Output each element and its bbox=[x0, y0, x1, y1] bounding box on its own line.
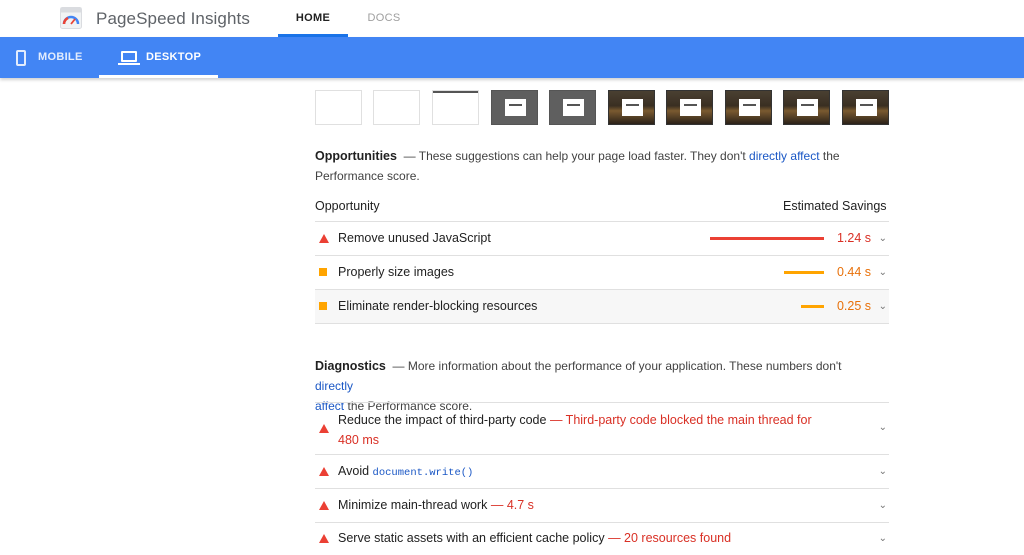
fail-triangle-icon bbox=[319, 467, 329, 476]
filmstrip-frame bbox=[315, 90, 362, 125]
savings-bar bbox=[784, 271, 824, 274]
tab-desktop-label: DESKTOP bbox=[146, 51, 202, 63]
nav-tab-home[interactable]: HOME bbox=[278, 12, 348, 24]
active-device-indicator bbox=[99, 75, 218, 78]
tab-mobile[interactable]: MOBILE bbox=[0, 37, 98, 78]
chevron-down-icon[interactable]: ⌄ bbox=[879, 422, 887, 433]
filmstrip-frame bbox=[373, 90, 420, 125]
average-square-icon bbox=[319, 302, 327, 310]
diagnostic-title: Avoid bbox=[338, 464, 370, 478]
directly-link[interactable]: directly bbox=[315, 379, 353, 393]
diagnostic-detail: — 20 resources found bbox=[608, 531, 732, 545]
chevron-down-icon[interactable]: ⌄ bbox=[879, 233, 887, 244]
diagnostic-detail: — Third-party code blocked the main thre… bbox=[549, 413, 812, 427]
diagnostics-title: Diagnostics bbox=[315, 359, 386, 373]
opportunities-header: Opportunities — These suggestions can he… bbox=[315, 146, 875, 186]
opportunity-title: Properly size images bbox=[338, 265, 455, 279]
diagnostic-title: Minimize main-thread work bbox=[338, 498, 488, 512]
diagnostic-row[interactable]: Minimize main-thread work — 4.7 s ⌄ bbox=[315, 489, 889, 522]
savings-value: 0.44 s bbox=[836, 265, 871, 279]
opportunity-column-header: Opportunity bbox=[315, 199, 380, 213]
filmstrip-frame bbox=[842, 90, 889, 125]
savings-bar bbox=[710, 237, 824, 240]
diagnostic-text: Avoid document.write() bbox=[338, 464, 473, 479]
opportunities-description: — These suggestions can help your page l… bbox=[403, 149, 746, 163]
diagnostic-row[interactable]: Avoid document.write() ⌄ bbox=[315, 455, 889, 488]
opportunity-title: Eliminate render-blocking resources bbox=[338, 299, 538, 313]
filmstrip-frame bbox=[432, 90, 479, 125]
chevron-down-icon[interactable]: ⌄ bbox=[879, 267, 887, 278]
savings-column-header: Estimated Savings bbox=[783, 199, 887, 213]
savings-value: 0.25 s bbox=[836, 299, 871, 313]
filmstrip bbox=[315, 90, 890, 126]
top-app-bar: PageSpeed Insights HOME DOCS bbox=[0, 0, 1024, 37]
chevron-down-icon[interactable]: ⌄ bbox=[879, 500, 887, 511]
opportunities-description-line2: Performance score. bbox=[315, 169, 420, 183]
fail-triangle-icon bbox=[319, 501, 329, 510]
app-title[interactable]: PageSpeed Insights bbox=[96, 9, 250, 29]
pagespeed-gauge-icon[interactable] bbox=[60, 7, 82, 29]
chevron-down-icon[interactable]: ⌄ bbox=[879, 466, 887, 477]
chevron-down-icon[interactable]: ⌄ bbox=[879, 533, 887, 544]
diagnostic-row[interactable]: Serve static assets with an efficient ca… bbox=[315, 523, 889, 555]
filmstrip-frame bbox=[491, 90, 538, 125]
fail-triangle-icon bbox=[319, 534, 329, 543]
opportunity-row[interactable]: Remove unused JavaScript 1.24 s ⌄ bbox=[315, 222, 889, 255]
filmstrip-frame bbox=[666, 90, 713, 125]
opportunity-row[interactable]: Properly size images 0.44 s ⌄ bbox=[315, 256, 889, 289]
savings-value: 1.24 s bbox=[836, 231, 871, 245]
opportunity-title: Remove unused JavaScript bbox=[338, 231, 491, 245]
fail-triangle-icon bbox=[319, 424, 329, 433]
filmstrip-frame bbox=[549, 90, 596, 125]
diagnostic-detail: — 4.7 s bbox=[490, 498, 534, 512]
diagnostic-title: Reduce the impact of third-party code bbox=[338, 413, 547, 427]
device-tab-bar: MOBILE DESKTOP bbox=[0, 37, 1024, 78]
filmstrip-frame bbox=[608, 90, 655, 125]
opportunities-title: Opportunities bbox=[315, 149, 397, 163]
diagnostic-code: document.write() bbox=[372, 467, 474, 479]
diagnostic-title: Serve static assets with an efficient ca… bbox=[338, 531, 605, 545]
diagnostic-detail-line2: 480 ms bbox=[338, 433, 379, 447]
laptop-icon bbox=[118, 51, 140, 65]
nav-tab-docs[interactable]: DOCS bbox=[356, 12, 412, 24]
diagnostic-text: Reduce the impact of third-party code — … bbox=[338, 410, 858, 450]
filmstrip-frame bbox=[725, 90, 772, 125]
diagnostic-row[interactable]: Reduce the impact of third-party code — … bbox=[315, 403, 889, 454]
chevron-down-icon[interactable]: ⌄ bbox=[879, 301, 887, 312]
opportunity-row[interactable]: Eliminate render-blocking resources 0.25… bbox=[315, 290, 889, 323]
tab-desktop[interactable]: DESKTOP bbox=[99, 37, 218, 78]
directly-affect-link[interactable]: directly affect bbox=[749, 149, 819, 163]
tab-mobile-label: MOBILE bbox=[38, 51, 83, 63]
savings-bar bbox=[801, 305, 824, 308]
diagnostics-description: — More information about the performance… bbox=[392, 359, 842, 373]
smartphone-icon bbox=[16, 50, 26, 66]
diagnostic-text: Serve static assets with an efficient ca… bbox=[338, 531, 731, 545]
diagnostic-text: Minimize main-thread work — 4.7 s bbox=[338, 498, 534, 512]
fail-triangle-icon bbox=[319, 234, 329, 243]
opportunities-description-end: the bbox=[822, 149, 840, 163]
filmstrip-frame bbox=[783, 90, 830, 125]
average-square-icon bbox=[319, 268, 327, 276]
divider bbox=[315, 323, 889, 324]
